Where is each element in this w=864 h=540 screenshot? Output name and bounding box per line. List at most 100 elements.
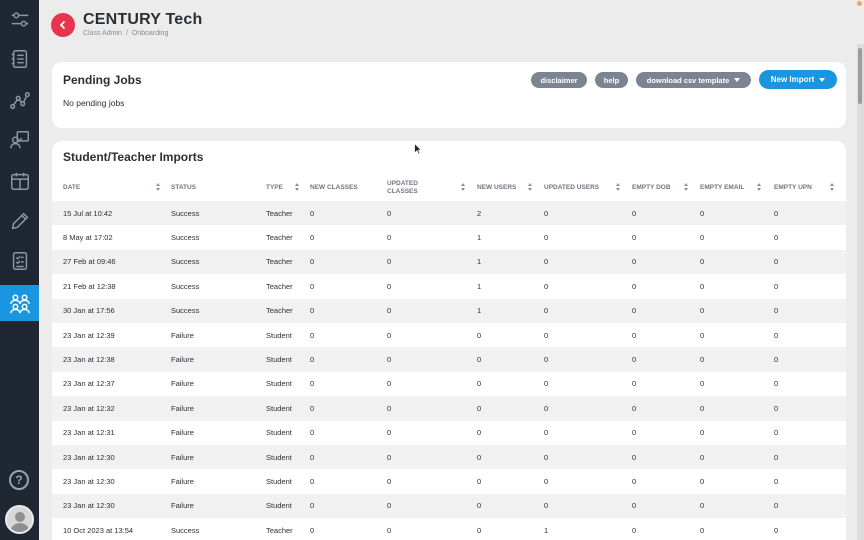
cell-type: Student bbox=[266, 330, 292, 340]
cell-status: Failure bbox=[171, 452, 194, 462]
column-header-new-classes[interactable]: NEW CLASSES bbox=[310, 175, 358, 201]
cell-empty-dob: 0 bbox=[632, 452, 637, 462]
cell-status: Success bbox=[171, 257, 200, 267]
column-header-date[interactable]: DATE bbox=[63, 175, 80, 201]
cell-new-users: 1 bbox=[477, 306, 482, 316]
cell-updated-classes: 0 bbox=[387, 306, 392, 316]
sidebar-item-create[interactable] bbox=[0, 203, 39, 239]
scrollbar-thumb[interactable] bbox=[858, 48, 862, 104]
cell-empty-email: 0 bbox=[700, 257, 705, 267]
cell-new-users: 0 bbox=[477, 501, 482, 511]
table-row[interactable]: 23 Jan at 12:30 Failure Student 0 0 0 0 0 0 0 bbox=[52, 493, 846, 519]
sidebar-item-assignments[interactable] bbox=[0, 243, 39, 279]
column-header-empty-dob[interactable]: EMPTY DOB bbox=[632, 175, 671, 201]
column-header-type[interactable]: TYPE bbox=[266, 175, 283, 201]
cell-empty-dob: 0 bbox=[632, 476, 637, 486]
cell-empty-dob: 0 bbox=[632, 428, 637, 438]
sidebar-item-settings[interactable] bbox=[0, 2, 39, 38]
cell-updated-classes: 0 bbox=[387, 501, 392, 511]
help-icon[interactable]: ? bbox=[9, 470, 29, 490]
table-row[interactable]: 23 Jan at 12:32 Failure Student 0 0 0 0 0 0 0 bbox=[52, 396, 846, 421]
cell-type: Student bbox=[266, 501, 292, 511]
sidebar-item-users[interactable] bbox=[0, 285, 39, 321]
breadcrumb-onboarding[interactable]: Onboarding bbox=[132, 30, 169, 37]
sidebar-item-calendar[interactable] bbox=[0, 163, 39, 199]
pencil-icon bbox=[11, 212, 28, 230]
avatar[interactable] bbox=[5, 505, 34, 534]
breadcrumb: Class Admin / Onboarding bbox=[83, 30, 170, 37]
sort-icon[interactable] bbox=[461, 183, 466, 193]
table-row[interactable]: 8 May at 17:02 Success Teacher 0 0 1 0 0 0 0 bbox=[52, 225, 846, 249]
cell-empty-upn: 0 bbox=[774, 233, 779, 243]
cell-new-classes: 0 bbox=[310, 281, 315, 291]
cell-status: Failure bbox=[171, 476, 194, 486]
cell-empty-dob: 0 bbox=[632, 501, 637, 511]
back-button[interactable] bbox=[51, 13, 75, 37]
cell-updated-users: 0 bbox=[544, 208, 549, 218]
imports-card: Student/Teacher Imports DATE STATUS TYPE… bbox=[52, 141, 846, 540]
cell-new-users: 0 bbox=[477, 379, 482, 389]
cell-status: Success bbox=[171, 208, 200, 218]
sort-icon[interactable] bbox=[528, 183, 533, 193]
cell-empty-dob: 0 bbox=[632, 525, 637, 535]
cell-date: 23 Jan at 12:30 bbox=[63, 452, 115, 462]
sort-icon[interactable] bbox=[684, 183, 689, 193]
cell-empty-email: 0 bbox=[700, 428, 705, 438]
table-row[interactable]: 23 Jan at 12:31 Failure Student 0 0 0 0 0 0 0 bbox=[52, 421, 846, 445]
column-header-status[interactable]: STATUS bbox=[171, 175, 196, 201]
cell-type: Teacher bbox=[266, 233, 293, 243]
table-row[interactable]: 10 Oct 2023 at 13:54 Success Teacher 0 0 0 1 0 0… bbox=[52, 518, 846, 540]
cell-empty-dob: 0 bbox=[632, 379, 637, 389]
table-row[interactable]: 23 Jan at 12:39 Failure Student 0 0 0 0 0 0 0 bbox=[52, 323, 846, 347]
sidebar-item-insights[interactable] bbox=[0, 83, 39, 119]
sort-icon[interactable] bbox=[156, 183, 161, 193]
sort-icon[interactable] bbox=[295, 183, 300, 193]
cell-empty-email: 0 bbox=[700, 452, 705, 462]
cell-status: Failure bbox=[171, 403, 194, 413]
cell-updated-users: 0 bbox=[544, 281, 549, 291]
cell-updated-classes: 0 bbox=[387, 281, 392, 291]
cell-new-classes: 0 bbox=[310, 525, 315, 535]
sort-icon[interactable] bbox=[616, 183, 621, 193]
table-row[interactable]: 23 Jan at 12:30 Failure Student 0 0 0 0 0 0 0 bbox=[52, 469, 846, 493]
column-header-new-users[interactable]: NEW USERS bbox=[477, 175, 516, 201]
cell-empty-dob: 0 bbox=[632, 355, 637, 365]
imports-title: Student/Teacher Imports bbox=[63, 150, 204, 164]
cell-status: Failure bbox=[171, 330, 194, 340]
sidebar-item-teach[interactable] bbox=[0, 122, 39, 158]
table-row[interactable]: 23 Jan at 12:37 Failure Student 0 0 0 0 0 0 0 bbox=[52, 372, 846, 396]
sidebar-item-courses[interactable] bbox=[0, 41, 39, 77]
cell-type: Student bbox=[266, 452, 292, 462]
download-csv-template-button[interactable]: download csv template bbox=[636, 72, 751, 88]
sliders-icon bbox=[11, 12, 28, 27]
cell-empty-upn: 0 bbox=[774, 379, 779, 389]
help-button[interactable]: help bbox=[595, 72, 628, 88]
table-row[interactable]: 30 Jan at 17:56 Success Teacher 0 0 1 0 0 0 0 bbox=[52, 298, 846, 323]
sort-icon[interactable] bbox=[830, 183, 835, 193]
cell-empty-dob: 0 bbox=[632, 233, 637, 243]
column-header-empty-email[interactable]: EMPTY EMAIL bbox=[700, 175, 744, 201]
cell-new-classes: 0 bbox=[310, 233, 315, 243]
cell-date: 30 Jan at 17:56 bbox=[63, 306, 115, 316]
cell-date: 23 Jan at 12:32 bbox=[63, 403, 115, 413]
column-header-updated-users[interactable]: UPDATED USERS bbox=[544, 175, 599, 201]
column-header-empty-upn[interactable]: EMPTY UPN bbox=[774, 175, 812, 201]
cell-updated-users: 0 bbox=[544, 330, 549, 340]
table-row[interactable]: 23 Jan at 12:30 Failure Student 0 0 0 0 0 0 0 bbox=[52, 444, 846, 470]
table-row[interactable]: 23 Jan at 12:38 Failure Student 0 0 0 0 0 0 0 bbox=[52, 347, 846, 372]
breadcrumb-class-admin[interactable]: Class Admin bbox=[83, 30, 122, 37]
cell-status: Success bbox=[171, 306, 200, 316]
table-row[interactable]: 21 Feb at 12:38 Success Teacher 0 0 1 0 0 0 0 bbox=[52, 274, 846, 298]
cell-date: 23 Jan at 12:39 bbox=[63, 330, 115, 340]
cell-empty-dob: 0 bbox=[632, 281, 637, 291]
notebook-icon bbox=[11, 50, 27, 68]
cell-status: Failure bbox=[171, 428, 194, 438]
disclaimer-button[interactable]: disclaimer bbox=[531, 72, 587, 88]
table-row[interactable]: 15 Jul at 10:42 Success Teacher 0 0 2 0 0 0 0 bbox=[52, 201, 846, 226]
cell-updated-classes: 0 bbox=[387, 379, 392, 389]
sort-icon[interactable] bbox=[757, 183, 762, 193]
table-row[interactable]: 27 Feb at 09:46 Success Teacher 0 0 1 0 0 0 0 bbox=[52, 249, 846, 275]
column-header-updated-classes[interactable]: UPDATED CLASSES bbox=[387, 175, 447, 201]
new-import-button[interactable]: New Import bbox=[759, 70, 837, 89]
page-scrollbar[interactable] bbox=[857, 44, 864, 540]
